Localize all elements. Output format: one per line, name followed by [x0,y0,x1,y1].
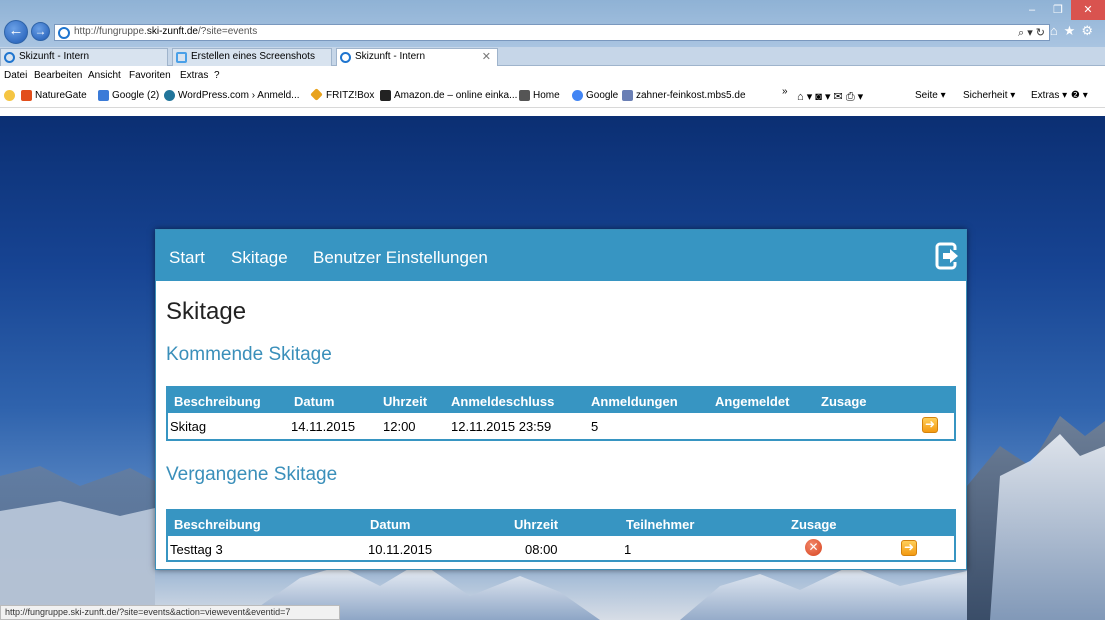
logout-icon[interactable] [935,242,961,270]
table-header: Beschreibung Datum Uhrzeit Teilnehmer Zu… [168,511,954,536]
address-tools[interactable]: ⌕ ▾ ↻ [1018,26,1045,40]
nav-start[interactable]: Start [169,248,205,268]
cell-anmeldeschluss: 12.11.2015 23:59 [451,419,552,434]
col-angemeldet: Angemeldet [715,394,790,409]
nav-benutzer-einstellungen[interactable]: Benutzer Einstellungen [313,248,488,268]
fav-google-2[interactable]: Google (2) [98,90,159,101]
mbs-icon [622,90,633,101]
back-button[interactable]: ← [4,20,28,44]
command-extras[interactable]: Extras ▾ [1031,90,1067,101]
maximize-button[interactable]: ❐ [1045,0,1071,20]
ie-icon [340,52,351,63]
tab-skizunft-1[interactable]: Skizunft - Intern [0,48,168,66]
cell-beschreibung: Testtag 3 [170,542,223,557]
menu-help[interactable]: ? [214,70,220,81]
fav-home[interactable]: Home [519,90,560,101]
col-datum: Datum [294,394,335,409]
x-circle-icon: ✕ [805,539,822,556]
browser-titlebar: ← → http://fungruppe.ski-zunft.de/?site=… [0,0,1105,47]
col-beschreibung: Beschreibung [174,517,261,532]
address-bar[interactable]: http://fungruppe.ski-zunft.de/?site=even… [54,24,1050,41]
menu-extras[interactable]: Extras [180,70,208,81]
menu-bearbeiten[interactable]: Bearbeiten [34,70,82,81]
forward-button[interactable]: → [31,22,50,41]
section-title-upcoming: Kommende Skitage [166,344,332,365]
past-table: Beschreibung Datum Uhrzeit Teilnehmer Zu… [166,509,956,562]
home-favorites-settings-icons[interactable]: ⌂★⚙ [1050,23,1099,39]
naturegate-icon [21,90,32,101]
ie-icon [58,27,70,39]
cell-teilnehmer: 1 [624,542,632,557]
menu-bar: Datei Bearbeiten Ansicht Favoriten Extra… [0,67,1105,85]
tab-label: Skizunft - Intern [355,51,426,62]
star-icon [4,90,15,101]
fritzbox-icon [310,88,323,101]
wordpress-icon [164,90,175,101]
cell-uhrzeit: 12:00 [383,419,416,434]
fav-naturegate[interactable]: NatureGate [21,90,87,101]
upcoming-table: Beschreibung Datum Uhrzeit Anmeldeschlus… [166,386,956,441]
favorites-bar: NatureGate Google (2) WordPress.com › An… [0,85,1105,108]
google-plus-icon [98,90,109,101]
tab-skizunft-active[interactable]: Skizunft - Intern ✕ [336,48,498,66]
table-row[interactable]: Testtag 3 10.11.2015 08:00 1 ✕ ➜ [168,536,954,561]
col-datum: Datum [370,517,411,532]
view-event-arrow-icon[interactable]: ➜ [901,540,917,556]
col-zusage: Zusage [821,394,867,409]
col-beschreibung: Beschreibung [174,394,261,409]
address-url[interactable]: http://fungruppe.ski-zunft.de/?site=even… [74,26,257,37]
app-panel: Start Skitage Benutzer Einstellungen Ski… [155,229,967,570]
app-navbar: Start Skitage Benutzer Einstellungen [156,230,966,281]
view-event-arrow-icon[interactable]: ➜ [922,417,938,433]
minimize-button[interactable]: – [1019,0,1045,20]
fav-wordpress[interactable]: WordPress.com › Anmeld... [164,90,300,101]
col-uhrzeit: Uhrzeit [383,394,428,409]
cell-anmeldungen: 5 [591,419,599,434]
command-seite[interactable]: Seite ▾ [915,90,946,101]
status-bar: http://fungruppe.ski-zunft.de/?site=even… [0,605,340,620]
fav-zahner[interactable]: zahner-feinkost.mbs5.de [622,90,746,101]
ie-icon [176,52,187,63]
close-window-button[interactable]: ✕ [1071,0,1105,20]
col-zusage: Zusage [791,517,837,532]
menu-datei[interactable]: Datei [4,70,27,81]
col-anmeldeschluss: Anmeldeschluss [451,394,555,409]
home-fav-icon [519,90,530,101]
cell-datum: 14.11.2015 [291,419,356,434]
col-uhrzeit: Uhrzeit [514,517,559,532]
google-icon [572,90,583,101]
fav-google[interactable]: Google [572,90,618,101]
nav-skitage[interactable]: Skitage [231,248,288,268]
browser-chrome: ← → http://fungruppe.ski-zunft.de/?site=… [0,0,1105,116]
cell-datum: 10.11.2015 [368,542,433,557]
command-bar-icons[interactable]: ⌂ ▾ ◙ ▾ ✉ ⎙ ▾ [797,90,863,104]
favorites-overflow[interactable]: » [782,86,788,97]
tab-label: Erstellen eines Screenshots [191,51,315,62]
col-teilnehmer: Teilnehmer [626,517,695,532]
menu-ansicht[interactable]: Ansicht [88,70,121,81]
window-controls: – ❐ ✕ [1019,0,1105,20]
menu-favoriten[interactable]: Favoriten [129,70,171,81]
section-title-past: Vergangene Skitage [166,464,338,485]
command-help[interactable]: ❷ ▾ [1071,90,1088,101]
amazon-icon [380,90,391,101]
table-row[interactable]: Skitag 14.11.2015 12:00 12.11.2015 23:59… [168,413,954,438]
fav-fritzbox[interactable]: FRITZ!Box [310,88,374,101]
tab-label: Skizunft - Intern [19,51,90,62]
table-header: Beschreibung Datum Uhrzeit Anmeldeschlus… [168,388,954,413]
tab-bar: Skizunft - Intern Erstellen eines Screen… [0,47,1105,66]
close-tab-icon[interactable]: ✕ [482,49,491,65]
fav-amazon[interactable]: Amazon.de – online einka... [380,90,517,101]
ie-icon [4,52,15,63]
tab-screenshot[interactable]: Erstellen eines Screenshots [172,48,332,66]
col-anmeldungen: Anmeldungen [591,394,678,409]
cell-beschreibung: Skitag [170,419,207,434]
command-sicherheit[interactable]: Sicherheit ▾ [963,90,1015,101]
cell-uhrzeit: 08:00 [525,542,558,557]
page-title: Skitage [166,298,247,325]
